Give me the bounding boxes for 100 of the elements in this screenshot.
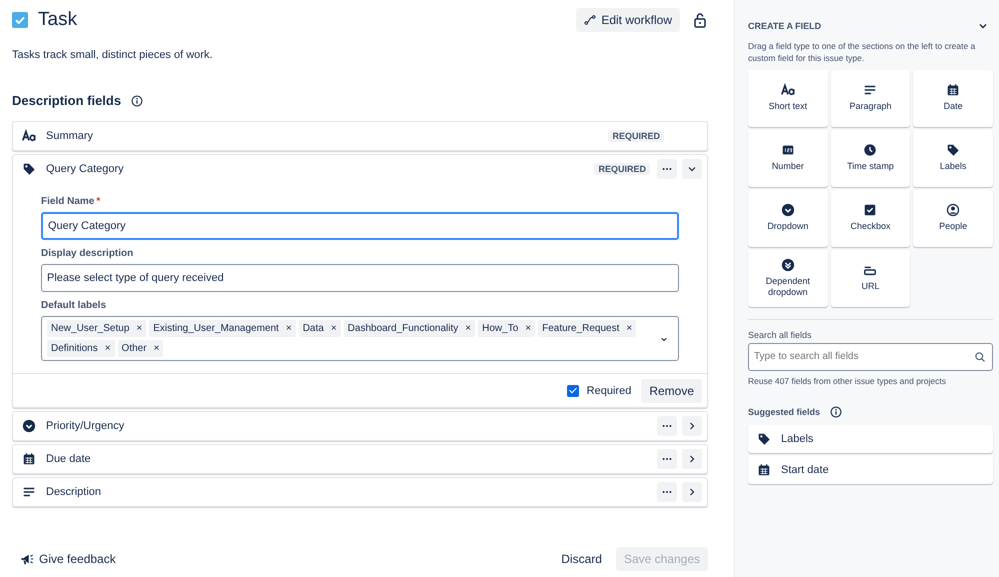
field-type-label: Dropdown: [766, 221, 810, 234]
give-feedback-button[interactable]: Give feedback: [12, 547, 124, 571]
label-tag-text: Feature_Request: [542, 323, 620, 334]
search-field[interactable]: Type to search all fields: [748, 342, 993, 371]
label-tag-text: Existing_User_Management: [153, 323, 279, 334]
field-name: Priority/Urgency: [46, 420, 124, 432]
suggested-field-label: Start date: [781, 464, 829, 476]
create-field-hint: Drag a field type to one of the sections on the left to create a custom field for this issue type.: [748, 41, 976, 65]
field-type-label: Date: [942, 101, 964, 114]
label-tag-text: Dashboard_Functionality: [348, 323, 458, 334]
field-type-label: Short text: [768, 101, 808, 114]
calendar-icon: [22, 452, 36, 466]
task-checkbox-icon: [12, 12, 28, 28]
checkbox-icon: [863, 203, 878, 218]
field-type-label: Time stamp: [846, 161, 895, 174]
field-card[interactable]: [12, 154, 708, 408]
label-tag-text: Other: [122, 343, 147, 354]
field-name: Summary: [46, 130, 94, 142]
more-actions-button[interactable]: [657, 449, 677, 469]
discard-button[interactable]: Discard: [553, 547, 610, 571]
number-icon: [780, 143, 795, 158]
suggested-field-label: Labels: [781, 432, 814, 445]
field-type-tile[interactable]: Checkbox: [830, 190, 910, 247]
remove-tag-button[interactable]: ×: [626, 323, 632, 334]
edit-workflow-button[interactable]: Edit workflow: [576, 8, 680, 32]
remove-tag-button[interactable]: ×: [104, 343, 111, 354]
tag-icon: [22, 162, 36, 176]
text-type-icon: [780, 83, 795, 98]
tag-icon: [946, 143, 960, 158]
required-lozenge: REQUIRED: [608, 130, 664, 142]
chevron-circle-icon: [22, 419, 36, 433]
tag-icon: [757, 432, 771, 446]
field-type-label: Paragraph: [848, 101, 892, 114]
remove-tag-button[interactable]: ×: [136, 323, 142, 334]
required-lozenge: REQUIRED: [594, 163, 650, 175]
label-tag-text: Definitions: [51, 343, 98, 354]
field-type-tile[interactable]: Dependent dropdown: [748, 250, 828, 307]
field-name-label: Field Name: [41, 196, 94, 207]
field-type-tile[interactable]: Short text: [748, 70, 828, 127]
default-labels-select[interactable]: New_User_Setup × Existing_User_Management × Data × Dashboard_Functionality × How_To × Feature_Request × Definitions × Other ×: [41, 316, 679, 361]
more-actions-button[interactable]: [657, 416, 677, 436]
field-type-tile[interactable]: Date: [913, 70, 993, 127]
field-card[interactable]: Due date: [12, 444, 708, 474]
paragraph-icon: [22, 485, 36, 499]
double-chevron-icon: [780, 258, 795, 272]
info-icon[interactable]: [131, 94, 144, 106]
field-type-label: People: [938, 221, 968, 234]
required-asterisk: *: [96, 196, 100, 207]
remove-tag-button[interactable]: ×: [525, 323, 532, 334]
display-description-input[interactable]: Please select type of query received: [41, 264, 679, 292]
clock-icon: [863, 143, 878, 158]
calendar-icon: [757, 462, 771, 477]
field-type-tile[interactable]: Number: [748, 130, 828, 187]
issue-type-description: Tasks track small, distinct pieces of work.: [12, 49, 214, 61]
person-icon: [946, 203, 960, 218]
field-type-label: Checkbox: [849, 221, 892, 234]
field-name-input[interactable]: Query Category: [41, 212, 679, 240]
field-card[interactable]: Description: [12, 477, 708, 507]
create-field-heading: CREATE A FIELD: [748, 21, 822, 31]
megaphone-icon: [20, 552, 34, 566]
search-icon: [974, 350, 986, 363]
expand-toggle-button[interactable]: [682, 159, 702, 179]
calendar-icon: [946, 83, 960, 98]
label-tag-text: Data: [302, 323, 324, 334]
reuse-note: Reuse 407 fields from other issue types and projects: [748, 376, 947, 386]
expand-toggle-button[interactable]: [682, 482, 702, 502]
remove-tag-button[interactable]: ×: [465, 323, 472, 334]
remove-tag-button[interactable]: ×: [286, 323, 292, 334]
field-card[interactable]: Priority/Urgency: [12, 411, 708, 441]
more-actions-button[interactable]: [657, 482, 677, 502]
remove-tag-button[interactable]: ×: [330, 323, 337, 334]
text-type-icon: [22, 129, 36, 143]
suggested-fields-heading: Suggested fields: [748, 406, 820, 417]
field-name: Query Category: [46, 163, 124, 175]
field-type-label: URL: [860, 281, 880, 294]
expand-toggle-button[interactable]: [682, 416, 702, 436]
field-type-label: Labels: [938, 161, 968, 174]
expand-toggle-button[interactable]: [682, 449, 702, 469]
field-type-tile[interactable]: Time stamp: [830, 130, 910, 187]
more-actions-button[interactable]: [657, 159, 677, 179]
search-label: Search all fields: [748, 330, 813, 340]
label-tag-text: New_User_Setup: [51, 323, 130, 334]
info-icon[interactable]: [830, 406, 842, 418]
remove-button[interactable]: Remove: [641, 378, 702, 402]
field-name: Description: [46, 486, 102, 498]
suggested-field-card[interactable]: Start date: [748, 456, 993, 484]
remove-tag-button[interactable]: ×: [154, 343, 160, 354]
section-title: Description fields: [12, 93, 122, 108]
display-description-label: Display description: [41, 248, 134, 259]
issue-type-title: Task: [38, 9, 78, 31]
default-labels-label: Default labels: [41, 300, 106, 311]
field-type-tile[interactable]: URL: [830, 250, 910, 307]
field-type-tile[interactable]: Dropdown: [748, 190, 828, 247]
required-checkbox[interactable]: [566, 384, 579, 396]
suggested-field-card[interactable]: Labels: [748, 424, 993, 453]
field-card[interactable]: Summary REQUIRED: [12, 121, 708, 151]
unlock-icon[interactable]: [692, 12, 708, 28]
field-type-tile[interactable]: Paragraph: [830, 70, 910, 127]
field-type-tile[interactable]: People: [913, 190, 993, 247]
field-type-tile[interactable]: Labels: [913, 130, 993, 187]
